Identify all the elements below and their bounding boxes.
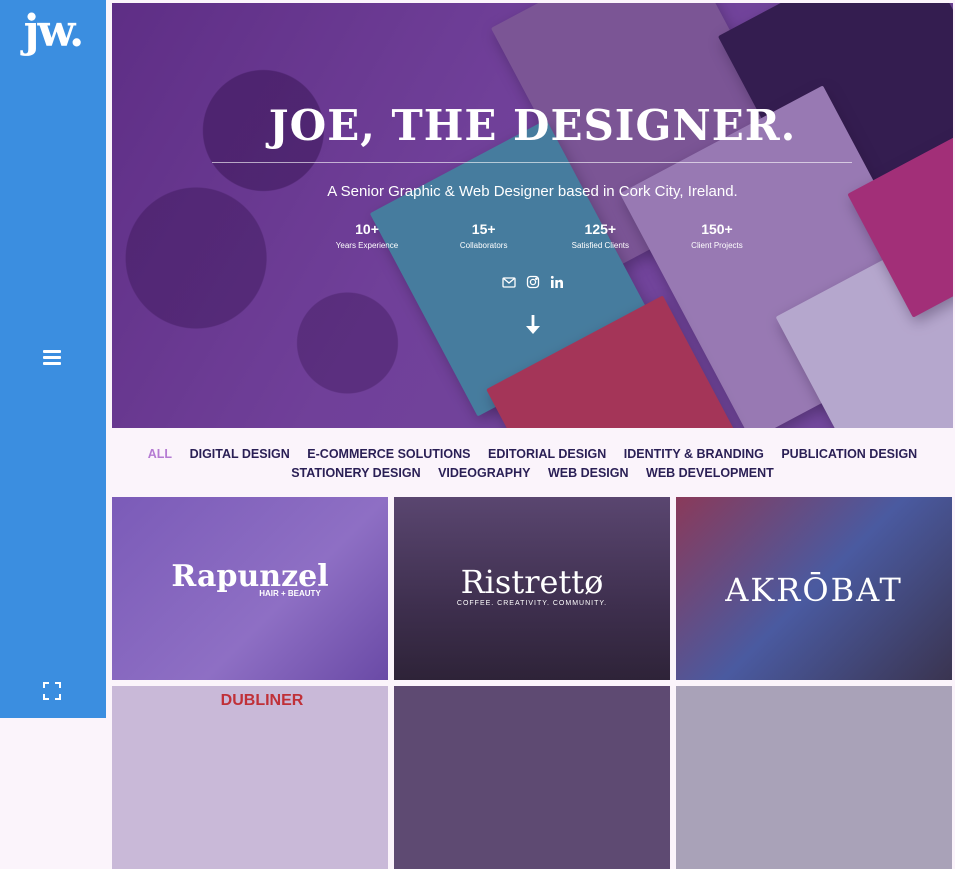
main-content: JOE, THE DESIGNER. A Senior Graphic & We…	[106, 0, 955, 869]
stat-projects: 150+ Client Projects	[691, 221, 743, 250]
hero-title: JOE, THE DESIGNER.	[268, 101, 797, 150]
stat-collaborators: 15+ Collaborators	[459, 221, 508, 250]
hamburger-menu-icon[interactable]	[43, 350, 61, 365]
email-icon[interactable]	[501, 275, 516, 289]
hero-subtitle: A Senior Graphic & Web Designer based in…	[327, 183, 738, 200]
fullscreen-icon[interactable]	[43, 682, 61, 700]
category-filters: ALL DIGITAL DESIGN E-COMMERCE SOLUTIONS …	[112, 445, 953, 483]
stat-years: 10+ Years Experience	[335, 221, 399, 250]
filter-publication[interactable]: PUBLICATION DESIGN	[781, 447, 917, 461]
divider	[212, 162, 852, 163]
filter-videography[interactable]: VIDEOGRAPHY	[438, 466, 530, 480]
hero-banner: JOE, THE DESIGNER. A Senior Graphic & We…	[112, 3, 953, 428]
filter-editorial[interactable]: EDITORIAL DESIGN	[488, 447, 606, 461]
filter-web-design[interactable]: WEB DESIGN	[548, 466, 629, 480]
scroll-down-arrow-icon[interactable]	[526, 315, 540, 335]
stats-row: 10+ Years Experience 15+ Collaborators 125…	[312, 221, 772, 250]
logo[interactable]: jw.	[0, 6, 106, 57]
portfolio-tile-rapunzel[interactable]: Rapunzel HAIR + BEAUTY	[112, 497, 388, 680]
portfolio-tile-ristretto[interactable]: Ristrettø COFFEE. CREATIVITY. COMMUNITY.	[394, 497, 670, 680]
filter-web-development[interactable]: WEB DEVELOPMENT	[646, 466, 774, 480]
sidebar: jw.	[0, 0, 106, 718]
portfolio-tile[interactable]	[394, 686, 670, 869]
portfolio-tile-akrobat[interactable]: AKRŌBAT	[676, 497, 952, 680]
filter-all[interactable]: ALL	[148, 447, 172, 461]
linkedin-icon[interactable]	[550, 275, 564, 289]
filter-digital-design[interactable]: DIGITAL DESIGN	[190, 447, 290, 461]
instagram-icon[interactable]	[526, 275, 540, 289]
stat-clients: 125+ Satisfied Clients	[571, 221, 629, 250]
social-links	[112, 275, 953, 289]
filter-stationery[interactable]: STATIONERY DESIGN	[291, 466, 420, 480]
portfolio-tile[interactable]	[676, 686, 952, 869]
portfolio-tile-dubliner[interactable]: DUBLINER	[112, 686, 388, 869]
filter-ecommerce[interactable]: E-COMMERCE SOLUTIONS	[307, 447, 470, 461]
filter-identity-branding[interactable]: IDENTITY & BRANDING	[624, 447, 764, 461]
